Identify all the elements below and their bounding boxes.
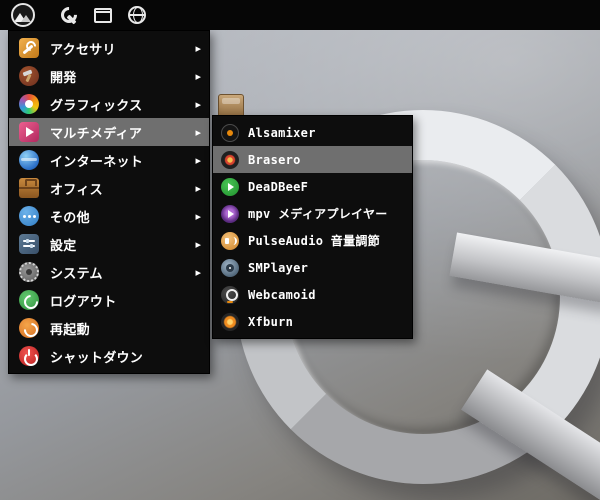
submenu-arrow-icon: ▸ xyxy=(195,209,201,223)
menu-item-restart[interactable]: 再起動 xyxy=(9,314,209,342)
menu-item-label: ログアウト xyxy=(50,294,117,310)
development-icon xyxy=(19,66,39,86)
pulseaudio-icon xyxy=(221,231,239,250)
submenu-item-brasero[interactable]: Brasero xyxy=(213,146,412,173)
submenu-item-label: Webcamoid xyxy=(248,287,316,302)
submenu-item-smplayer[interactable]: SMPlayer xyxy=(213,254,412,281)
submenu-item-label: Xfburn xyxy=(248,314,294,329)
submenu-item-deadbeef[interactable]: DeaDBeeF xyxy=(213,173,412,200)
menu-item-label: 再起動 xyxy=(50,322,90,338)
menu-item-label: 開発 xyxy=(50,70,77,86)
menu-item-label: グラフィックス xyxy=(50,98,143,114)
submenu-item-xfburn[interactable]: Xfburn xyxy=(213,308,412,335)
system-icon xyxy=(19,262,39,282)
submenu-item-mpv[interactable]: mpv メディアプレイヤー xyxy=(213,200,412,227)
window-icon xyxy=(94,7,112,23)
tools-button[interactable] xyxy=(52,0,86,30)
menu-item-label: インターネット xyxy=(50,154,144,170)
mpv-icon xyxy=(221,204,239,223)
logout-icon xyxy=(19,290,39,310)
internet-icon xyxy=(19,150,39,170)
submenu-arrow-icon: ▸ xyxy=(195,237,201,251)
submenu-item-label: PulseAudio 音量調節 xyxy=(248,234,380,248)
browser-button[interactable] xyxy=(120,0,154,30)
smplayer-icon xyxy=(221,258,239,277)
file-manager-button[interactable] xyxy=(86,0,120,30)
multimedia-submenu: Alsamixer Brasero DeaDBeeF mpv メディアプレイヤー… xyxy=(212,115,413,339)
submenu-arrow-icon: ▸ xyxy=(195,41,201,55)
menu-item-settings[interactable]: 設定 ▸ xyxy=(9,230,209,258)
menu-item-accessories[interactable]: アクセサリ ▸ xyxy=(9,34,209,62)
menu-item-development[interactable]: 開発 ▸ xyxy=(9,62,209,90)
menu-item-label: 設定 xyxy=(50,238,77,254)
menu-item-office[interactable]: オフィス ▸ xyxy=(9,174,209,202)
menu-item-graphics[interactable]: グラフィックス ▸ xyxy=(9,90,209,118)
webcamoid-icon xyxy=(221,285,239,304)
menu-item-system[interactable]: システム ▸ xyxy=(9,258,209,286)
submenu-item-pulseaudio[interactable]: PulseAudio 音量調節 xyxy=(213,227,412,254)
accessories-icon xyxy=(19,38,39,58)
menu-item-other[interactable]: その他 ▸ xyxy=(9,202,209,230)
applications-menu: アクセサリ ▸ 開発 ▸ グラフィックス ▸ マルチメディア ▸ インターネット… xyxy=(8,30,210,374)
submenu-item-label: Alsamixer xyxy=(248,125,316,140)
app-menu-button[interactable] xyxy=(6,0,40,30)
desktop: アクセサリ ▸ 開発 ▸ グラフィックス ▸ マルチメディア ▸ インターネット… xyxy=(0,0,600,500)
globe-icon xyxy=(128,6,146,24)
menu-item-label: オフィス xyxy=(50,182,103,198)
multimedia-icon xyxy=(19,122,39,142)
menu-item-logout[interactable]: ログアウト xyxy=(9,286,209,314)
submenu-item-label: SMPlayer xyxy=(248,260,309,275)
other-icon xyxy=(19,206,39,226)
distro-logo-icon xyxy=(11,3,35,27)
settings-icon xyxy=(19,234,39,254)
shutdown-icon xyxy=(19,346,39,366)
alsamixer-icon xyxy=(221,123,239,142)
menu-item-label: その他 xyxy=(50,210,90,226)
office-icon xyxy=(19,178,39,198)
submenu-item-alsamixer[interactable]: Alsamixer xyxy=(213,119,412,146)
submenu-item-label: Brasero xyxy=(248,152,301,167)
menu-item-internet[interactable]: インターネット ▸ xyxy=(9,146,209,174)
graphics-icon xyxy=(19,94,39,114)
submenu-arrow-icon: ▸ xyxy=(195,97,201,111)
submenu-item-webcamoid[interactable]: Webcamoid xyxy=(213,281,412,308)
submenu-item-label: DeaDBeeF xyxy=(248,179,309,194)
restart-icon xyxy=(19,318,39,338)
top-panel xyxy=(0,0,600,30)
brasero-icon xyxy=(221,150,239,169)
menu-item-label: システム xyxy=(50,266,103,282)
submenu-arrow-icon: ▸ xyxy=(195,69,201,83)
submenu-item-label: mpv メディアプレイヤー xyxy=(248,207,388,221)
submenu-arrow-icon: ▸ xyxy=(195,181,201,195)
deadbeef-icon xyxy=(221,177,239,196)
menu-item-label: シャットダウン xyxy=(50,350,144,366)
menu-item-label: アクセサリ xyxy=(50,42,116,58)
submenu-arrow-icon: ▸ xyxy=(195,153,201,167)
xfburn-icon xyxy=(221,312,239,331)
menu-item-label: マルチメディア xyxy=(50,126,143,142)
menu-item-multimedia[interactable]: マルチメディア ▸ xyxy=(9,118,209,146)
submenu-arrow-icon: ▸ xyxy=(195,125,201,139)
submenu-arrow-icon: ▸ xyxy=(195,265,201,279)
wrench-icon xyxy=(59,5,79,25)
menu-item-shutdown[interactable]: シャットダウン xyxy=(9,342,209,370)
